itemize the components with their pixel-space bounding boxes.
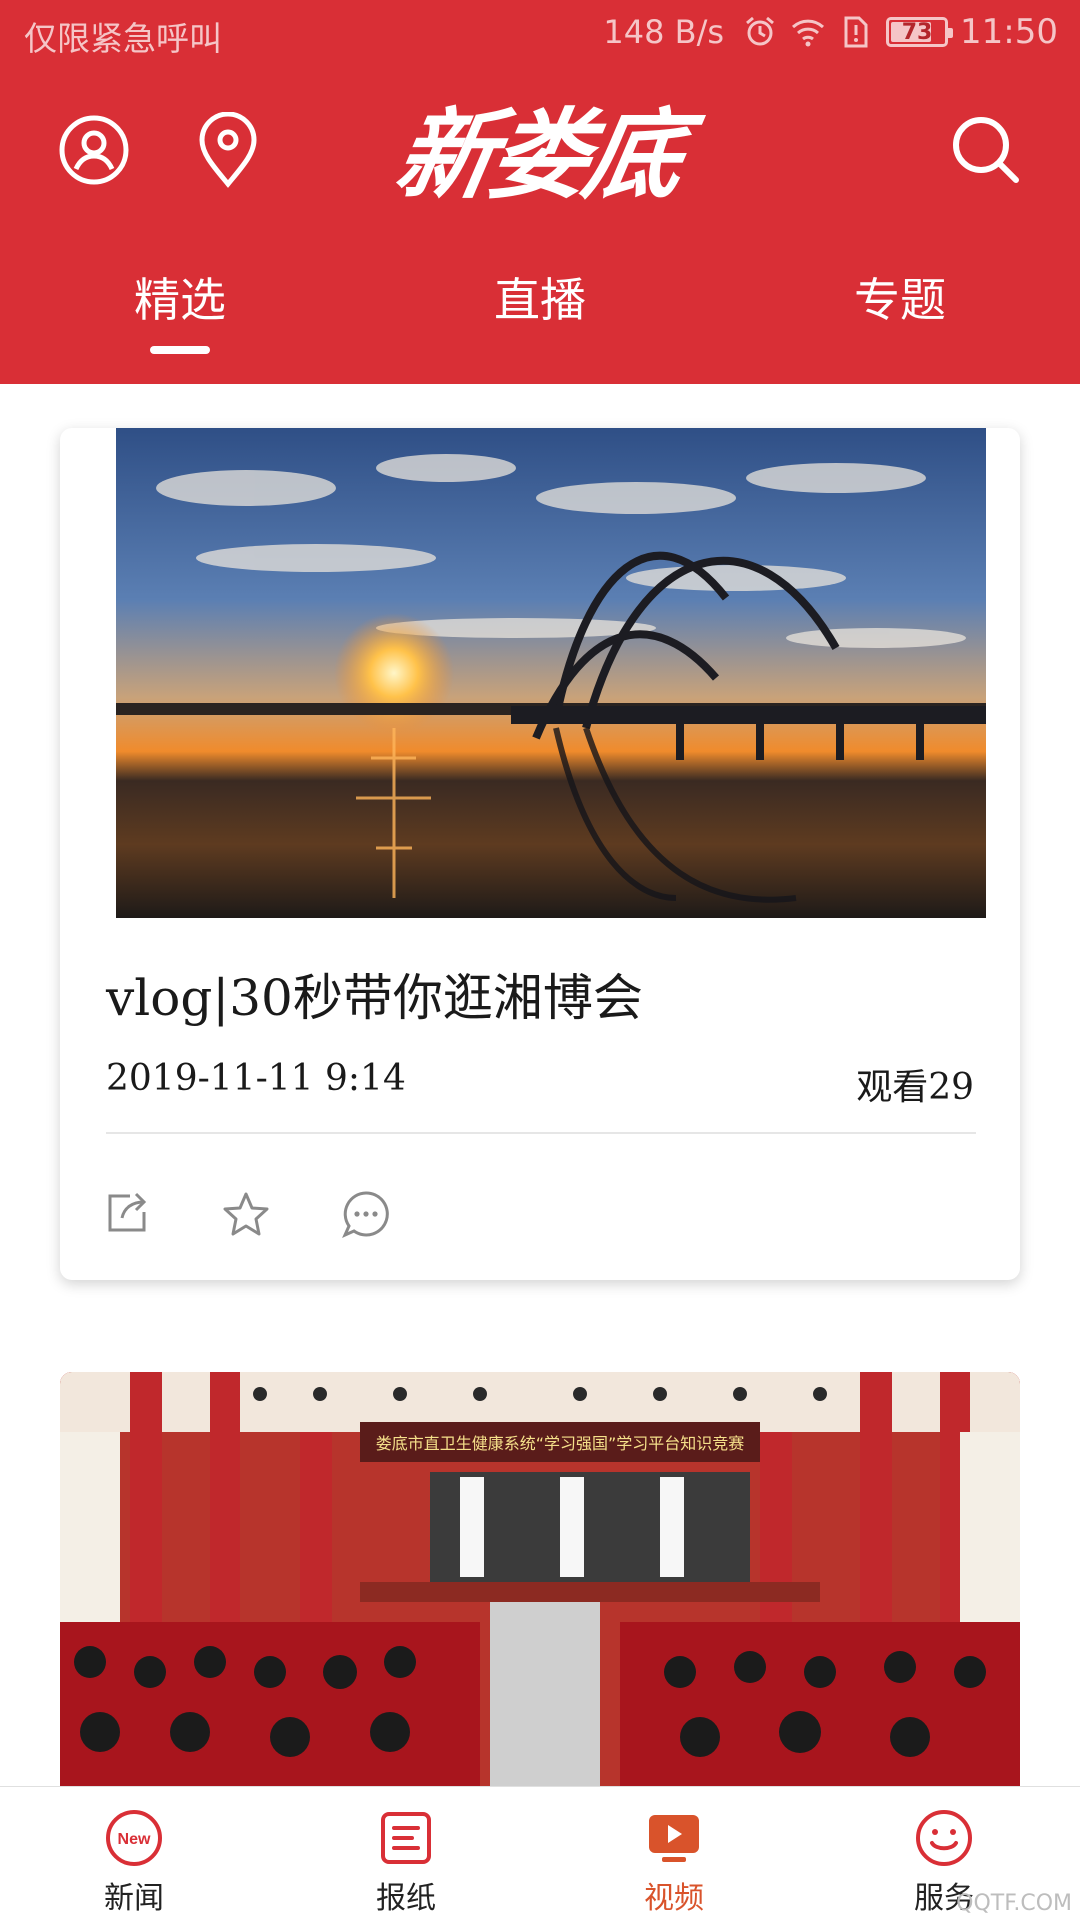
- top-tabs: 精选 直播 专题: [0, 262, 1080, 354]
- location-icon[interactable]: [188, 110, 268, 190]
- tab-featured[interactable]: 精选: [70, 262, 290, 332]
- watermark: QQTF.COM: [956, 1891, 1072, 1916]
- feed-card[interactable]: vlog|30秒带你逛湘博会 2019-11-11 9:14 观看29: [60, 428, 1020, 1280]
- active-tab-indicator: [150, 346, 210, 354]
- divider: [106, 1132, 976, 1134]
- tab-live[interactable]: 直播: [430, 262, 650, 332]
- sunset-bridge-photo[interactable]: [116, 428, 986, 918]
- battery-icon: 73: [886, 17, 954, 47]
- article-date: 2019-11-11 9:14: [106, 1058, 406, 1099]
- new-badge-icon: New: [103, 1807, 165, 1869]
- status-bar: 仅限紧急呼叫 148 B/s 73 11:50: [0, 0, 1080, 64]
- nav-news-label: 新闻: [104, 1881, 164, 1916]
- bottom-nav: New 新闻 报纸 视频 服务 QQTF.COM: [0, 1786, 1080, 1920]
- nav-newspaper[interactable]: 报纸: [326, 1787, 486, 1920]
- newspaper-icon: [375, 1807, 437, 1869]
- nav-video-label: 视频: [644, 1881, 704, 1916]
- clock: 11:50: [960, 12, 1058, 52]
- tab-topics[interactable]: 专题: [790, 262, 1010, 332]
- auditorium-banner: 娄底市直卫生健康系统“学习强国”学习平台知识竞赛: [376, 1434, 745, 1453]
- star-icon[interactable]: [218, 1186, 274, 1242]
- svg-text:New: New: [118, 1831, 151, 1848]
- smiley-icon: [913, 1807, 975, 1869]
- article-title[interactable]: vlog|30秒带你逛湘博会: [106, 958, 976, 1030]
- battery-level: 73: [901, 19, 933, 45]
- search-icon[interactable]: [946, 110, 1026, 190]
- comment-icon[interactable]: [338, 1186, 394, 1242]
- net-speed: 148 B/s: [603, 13, 725, 51]
- share-icon[interactable]: [98, 1186, 154, 1242]
- user-icon[interactable]: [54, 110, 134, 190]
- feed-card-2[interactable]: 娄底市直卫生健康系统“学习强国”学习平台知识竞赛: [60, 1372, 1020, 1792]
- nav-newspaper-label: 报纸: [376, 1881, 436, 1916]
- video-play-icon: [643, 1807, 705, 1869]
- status-indicators: 148 B/s 73 11:50: [603, 10, 1058, 54]
- view-count: 观看29: [856, 1067, 974, 1108]
- carrier-text: 仅限紧急呼叫: [24, 19, 222, 58]
- sim-alert-icon: [838, 14, 874, 50]
- wifi-icon: [790, 14, 826, 50]
- app-header: 仅限紧急呼叫 148 B/s 73 11:50 新娄底 精选 直播 专题: [0, 0, 1080, 384]
- nav-video[interactable]: 视频: [594, 1787, 754, 1920]
- app-logo: 新娄底: [387, 99, 690, 213]
- nav-news[interactable]: New 新闻: [54, 1787, 214, 1920]
- auditorium-photo[interactable]: 娄底市直卫生健康系统“学习强国”学习平台知识竞赛: [60, 1372, 1020, 1792]
- alarm-icon: [742, 14, 778, 50]
